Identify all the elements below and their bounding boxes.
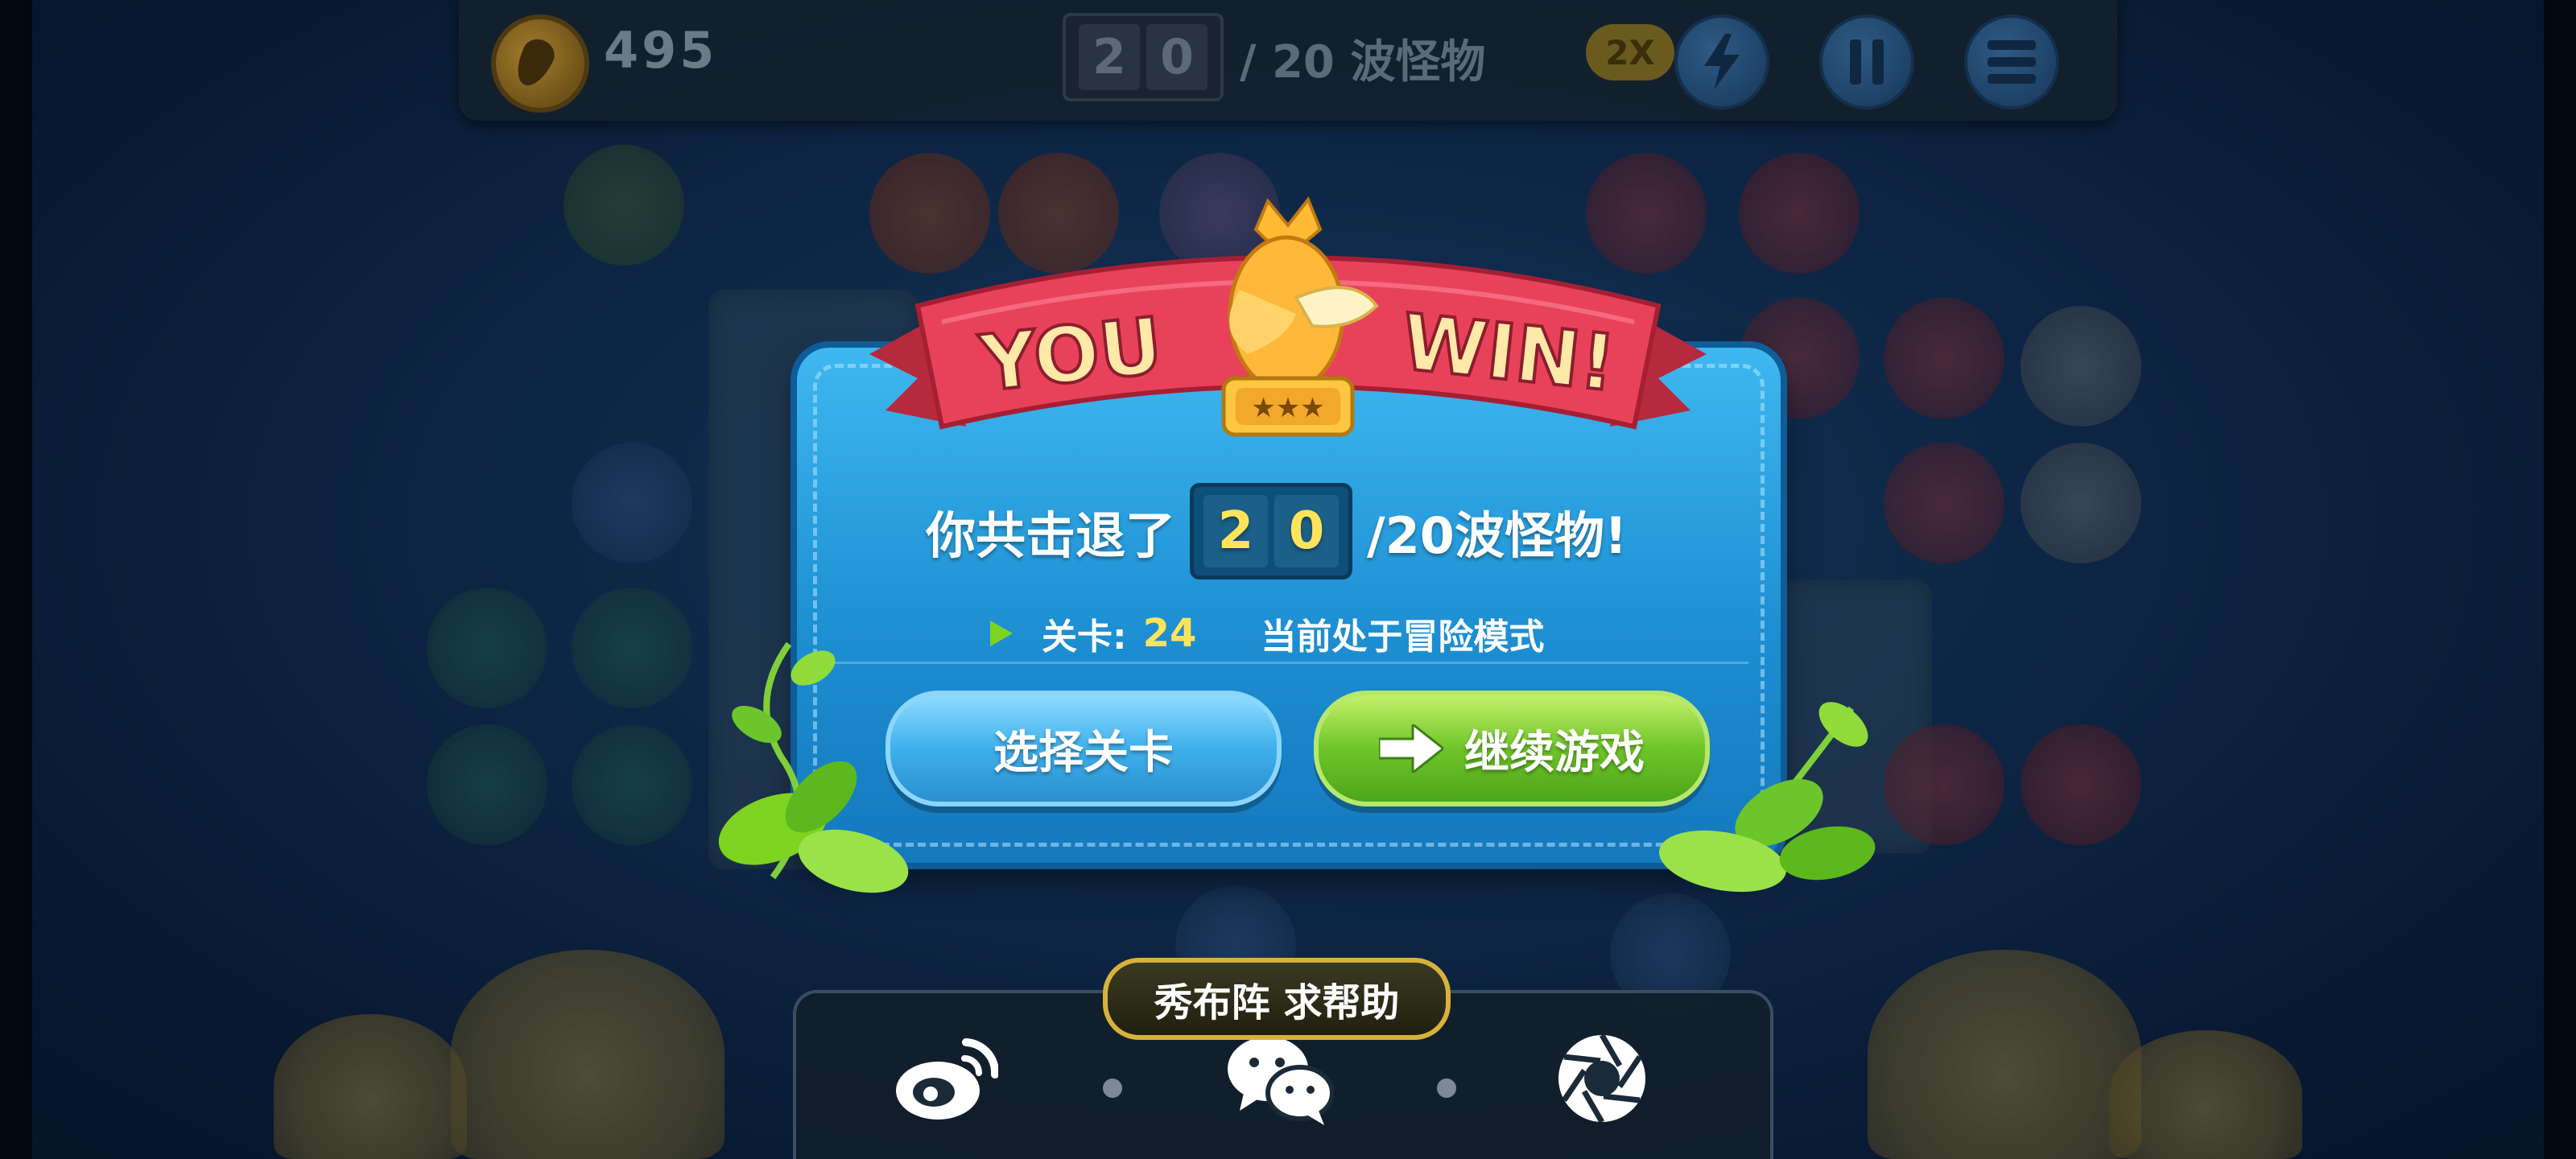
summary-suffix: /20波怪物! (1367, 506, 1628, 565)
summary-prefix: 你共击退了 (926, 506, 1176, 565)
level-number: 24 (1142, 611, 1197, 656)
weibo-icon (896, 1038, 998, 1120)
speed-badge[interactable]: 2X (1586, 24, 1674, 80)
top-hud: 495 2 0 / 20 波怪物 2X (459, 0, 2117, 121)
summary-digit-box: 2 0 (1190, 483, 1353, 580)
play-arrow-icon (990, 621, 1013, 646)
trophy-stars: ★★★ (1251, 392, 1324, 424)
share-tab-label: 秀布阵 求帮助 (1103, 958, 1451, 1040)
ribbon-you-text: YOU (976, 300, 1166, 409)
continue-game-label: 继续游戏 (1464, 726, 1645, 779)
wave-summary: 你共击退了 2 0 /20波怪物! (926, 483, 1628, 580)
wechat-icon (1228, 1037, 1335, 1125)
carrot-trophy-icon: ★★★ (1221, 196, 1379, 437)
level-label: 关卡: (1042, 617, 1127, 658)
gold-count: 495 (604, 21, 718, 80)
select-level-label: 选择关卡 (993, 726, 1174, 779)
mode-text: 当前处于冒险模式 (1261, 617, 1545, 658)
separator-dot (1437, 1079, 1456, 1098)
speed-icon (1704, 34, 1740, 90)
select-level-button[interactable]: 选择关卡 (886, 691, 1282, 806)
pause-button[interactable] (1819, 14, 1914, 109)
camera-aperture-icon (1558, 1033, 1645, 1124)
weibo-share-button[interactable] (890, 1022, 1002, 1135)
level-info: 关卡: 24 当前处于冒险模式 (990, 605, 1544, 662)
pause-icon (1850, 39, 1884, 85)
summary-digit: 0 (1274, 495, 1340, 567)
summary-digit: 2 (1203, 495, 1269, 567)
menu-icon (1988, 40, 2036, 84)
game-screen: 495 2 0 / 20 波怪物 2X YOU WIN! ★★★ 你共击退了 2… (0, 0, 2576, 1159)
wave-digit: 2 (1079, 24, 1140, 90)
speed-button[interactable] (1674, 14, 1769, 109)
right-letterbox (2544, 0, 2576, 1159)
coin-icon (491, 14, 589, 113)
menu-button[interactable] (1964, 14, 2059, 109)
separator-dot (1103, 1079, 1122, 1098)
right-arrow-icon (1379, 724, 1443, 773)
leaves-decoration (1658, 702, 1876, 893)
wave-counter: 2 0 (1063, 13, 1224, 101)
wave-digit: 0 (1146, 24, 1208, 90)
wave-total-label: / 20 波怪物 (1240, 36, 1486, 89)
left-letterbox (0, 0, 32, 1159)
leaves-decoration (718, 641, 909, 893)
photo-share-button[interactable] (1546, 1022, 1658, 1135)
